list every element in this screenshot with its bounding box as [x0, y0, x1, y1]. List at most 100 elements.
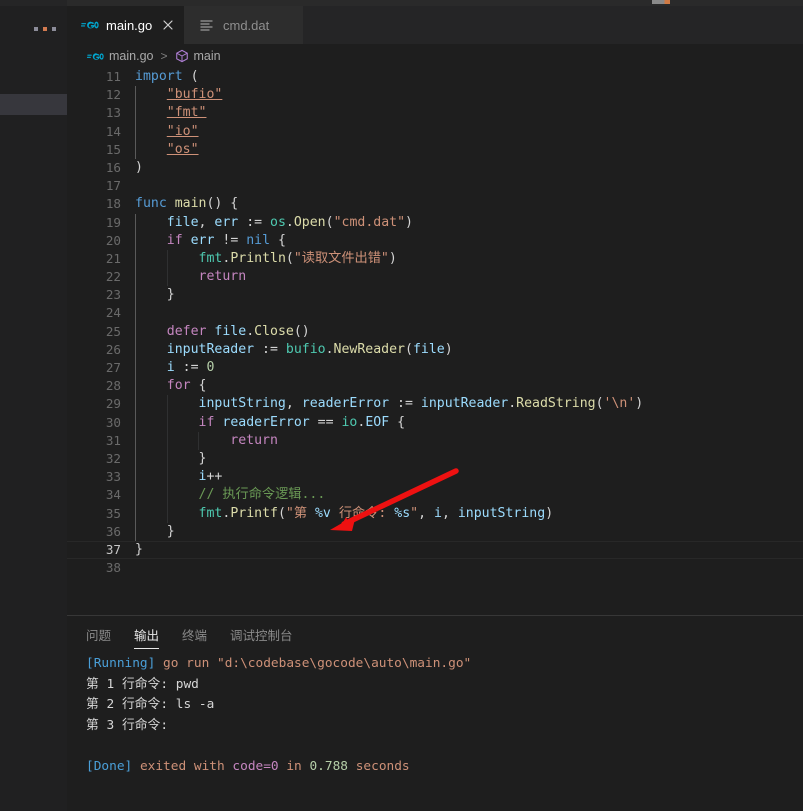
- line-number: 26: [105, 341, 121, 357]
- code-line[interactable]: 30 if readerError == io.EOF {: [67, 413, 803, 432]
- output-segment: exited with: [132, 758, 233, 774]
- code-token: err: [214, 214, 239, 230]
- code-line[interactable]: 26 inputReader := bufio.NewReader(file): [67, 340, 803, 359]
- code-token: inputReader: [420, 396, 509, 412]
- panel-tab-1[interactable]: 输出: [134, 625, 160, 649]
- tab-label: cmd.dat: [223, 17, 270, 33]
- tab-label: main.go: [106, 17, 153, 33]
- code-token: ): [545, 505, 554, 521]
- code-token: ): [635, 396, 644, 412]
- partial-toolbar-chip-icon: [652, 0, 670, 4]
- code-token: main: [174, 196, 207, 212]
- code-token: nil: [246, 232, 271, 248]
- code-line[interactable]: 11 import (: [67, 68, 803, 86]
- code-editor[interactable]: 11 import (12 "bufio" 13 "fmt" 14 "io" 15 "o…: [67, 68, 803, 615]
- output-segment: [Running]: [86, 656, 156, 671]
- output-line: [Done] exited with code=0 in 0.788 secon…: [86, 757, 786, 778]
- code-line[interactable]: 32 }: [67, 449, 803, 469]
- code-line[interactable]: 20 if err != nil {: [67, 231, 803, 250]
- code-token: :=: [238, 214, 271, 230]
- code-line[interactable]: 34 // 执行命令逻辑...: [67, 486, 803, 505]
- line-number: 16: [105, 159, 121, 175]
- tab-bar-empty-area: [303, 6, 803, 44]
- output-segment: 第: [86, 697, 107, 712]
- code-token: Open: [293, 214, 326, 230]
- output-segment: 行命令:: [114, 676, 176, 692]
- line-number: 31: [105, 432, 121, 448]
- output-segment: 行命令:: [114, 697, 176, 712]
- code-line[interactable]: 22 return: [67, 268, 803, 287]
- code-token: return: [230, 432, 278, 448]
- output-segment: 行命令:: [114, 717, 169, 733]
- code-token: :=: [174, 360, 207, 375]
- line-number: 29: [105, 396, 121, 412]
- code-line[interactable]: 21 fmt.Println("读取文件出错"): [67, 249, 803, 269]
- code-token: Println: [230, 250, 286, 266]
- code-line[interactable]: 12 "bufio": [67, 86, 803, 105]
- code-line[interactable]: 31 return: [67, 431, 803, 450]
- code-token: () {: [206, 196, 239, 212]
- code-token: %s: [394, 505, 411, 521]
- code-line[interactable]: 23 }: [67, 286, 803, 305]
- code-token: ,: [285, 396, 302, 412]
- breadcrumb-item-file[interactable]: main.go: [109, 49, 153, 63]
- breadcrumb-item-symbol[interactable]: main: [194, 49, 221, 63]
- code-line[interactable]: 24: [67, 304, 803, 323]
- code-text: }: [135, 523, 175, 541]
- code-line[interactable]: 37}: [67, 540, 803, 560]
- code-line[interactable]: 25 defer file.Close(): [67, 322, 803, 341]
- line-number: 35: [105, 505, 121, 521]
- code-text: ): [135, 159, 143, 177]
- code-line[interactable]: 18 func main() {: [67, 195, 803, 213]
- code-line[interactable]: 16): [67, 159, 803, 177]
- code-line[interactable]: 13 "fmt": [67, 104, 803, 123]
- code-token: i: [166, 360, 175, 375]
- code-text: i++: [135, 468, 223, 486]
- go-file-icon: [87, 52, 104, 60]
- sidebar-selected-item[interactable]: [0, 94, 67, 115]
- ellipsis-icon[interactable]: [34, 26, 56, 32]
- code-line[interactable]: 29 inputString, readerError := inputRead…: [67, 395, 803, 414]
- code-text: return: [135, 432, 278, 450]
- code-token: file: [166, 214, 199, 230]
- code-line[interactable]: 19 file, err := os.Open("cmd.dat"): [67, 213, 803, 232]
- code-token: bufio: [285, 341, 326, 357]
- code-text: }: [135, 286, 175, 304]
- code-text: "io": [135, 123, 199, 141]
- code-line[interactable]: 38: [67, 559, 803, 577]
- code-line[interactable]: 27 i := 0: [67, 359, 803, 378]
- tab-cmd-dat[interactable]: cmd.dat: [184, 6, 303, 44]
- code-line[interactable]: 17: [67, 177, 803, 195]
- code-token: ++: [206, 469, 223, 485]
- code-token: "os": [166, 141, 199, 157]
- output-segment: 第: [86, 676, 107, 692]
- code-token: .: [246, 323, 255, 339]
- code-line[interactable]: 36 }: [67, 522, 803, 541]
- line-number: 37: [105, 541, 121, 557]
- code-line[interactable]: 15 "os": [67, 140, 803, 159]
- code-token: (: [190, 69, 199, 84]
- close-icon[interactable]: [161, 18, 175, 32]
- code-line[interactable]: 28 for {: [67, 377, 803, 396]
- code-line[interactable]: 35 fmt.Printf("第 %v 行命令: %s", i, inputSt…: [67, 504, 803, 523]
- code-token: ReadString: [516, 396, 596, 412]
- code-token: :=: [389, 396, 421, 412]
- code-token: ": [410, 505, 419, 521]
- code-token: for: [166, 378, 191, 394]
- panel-tab-3[interactable]: 调试控制台: [230, 625, 293, 647]
- panel-tab-0[interactable]: 问题: [86, 625, 111, 647]
- code-line[interactable]: 14 "io": [67, 122, 803, 141]
- panel-tab-2[interactable]: 终端: [182, 625, 207, 647]
- code-token: }: [135, 523, 175, 539]
- tab-main-go[interactable]: main.go: [67, 6, 184, 44]
- symbol-method-cube-icon: [175, 49, 188, 63]
- line-number: 13: [105, 105, 121, 121]
- code-line[interactable]: 33 i++: [67, 468, 803, 487]
- line-number: 17: [105, 178, 121, 194]
- line-number: 11: [105, 69, 121, 84]
